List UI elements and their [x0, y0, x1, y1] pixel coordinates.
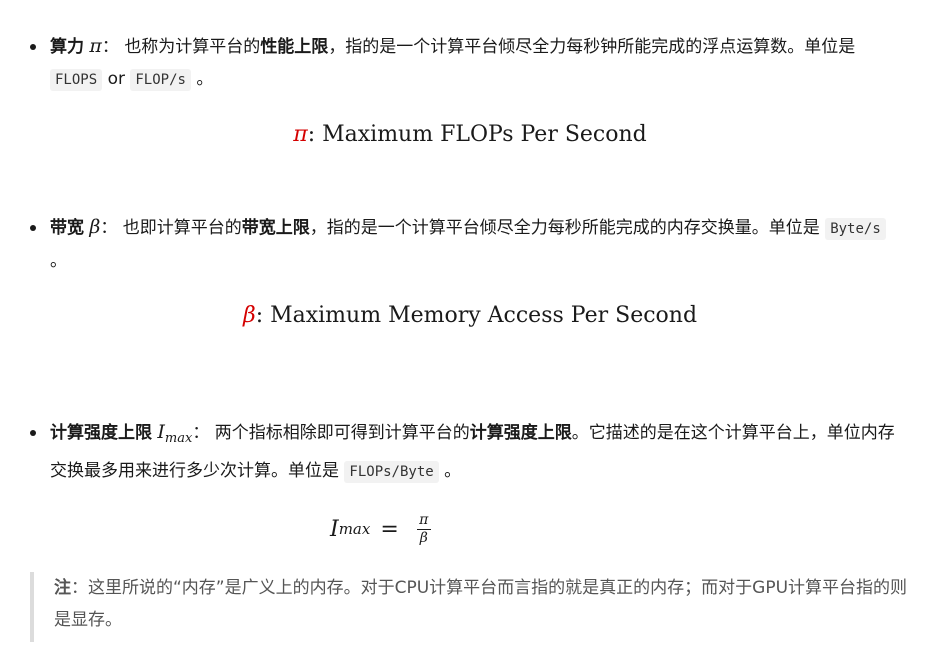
fraction-denominator: β — [419, 529, 428, 546]
text-segment: 。 — [50, 251, 67, 271]
inline-code: FLOPs/Byte — [344, 461, 439, 483]
bullet-dot — [30, 225, 36, 231]
list-item-text: 带宽 β： 也即计算平台的带宽上限，指的是一个计算平台倾尽全力每秒所能完成的内存… — [50, 211, 900, 277]
term-label: 计算强度上限 — [50, 423, 152, 443]
term-label: 算力 — [50, 37, 84, 57]
inline-code: FLOP/s — [130, 69, 191, 91]
math-subscript: max — [338, 520, 371, 538]
text-segment: ，指的是一个计算平台倾尽全力每秒钟所能完成的浮点运算数。单位是 — [328, 37, 856, 57]
colon: ： — [101, 37, 119, 57]
math-subscript: max — [164, 431, 193, 446]
fraction-numerator: π — [419, 511, 429, 528]
list-item-bandwidth: 带宽 β： 也即计算平台的带宽上限，指的是一个计算平台倾尽全力每秒所能完成的内存… — [30, 211, 900, 277]
bullet-dot — [30, 44, 36, 50]
math-symbol: β — [242, 303, 256, 328]
bold-phrase: 计算强度上限 — [469, 423, 572, 443]
math-symbol: π — [293, 122, 308, 147]
document-body: 算力 π： 也称为计算平台的性能上限，指的是一个计算平台倾尽全力每秒钟所能完成的… — [0, 0, 940, 659]
formula-compute-power: π: Maximum FLOPs Per Second — [0, 122, 940, 147]
list-item-text: 算力 π： 也称为计算平台的性能上限，指的是一个计算平台倾尽全力每秒钟所能完成的… — [50, 30, 900, 96]
colon: ： — [192, 423, 210, 443]
math-symbol: π — [89, 35, 102, 57]
equals-sign: = — [380, 516, 399, 542]
math-symbol: I — [157, 421, 165, 443]
text-segment: 两个指标相除即可得到计算平台的 — [214, 423, 470, 443]
colon: ： — [100, 218, 118, 238]
text-segment: or — [107, 69, 125, 89]
bold-phrase: 性能上限 — [260, 37, 329, 57]
text-segment: 。 — [444, 461, 462, 481]
text-segment: 。 — [196, 69, 214, 89]
bold-phrase: 带宽上限 — [241, 218, 310, 238]
fraction: π β — [416, 511, 431, 546]
note-blockquote: 注：这里所说的“内存”是广义上的内存。对于CPU计算平台而言指的就是真正的内存；… — [30, 572, 910, 642]
text-segment: ，指的是一个计算平台倾尽全力每秒所能完成的内存交换量。单位是 — [309, 218, 820, 238]
term-label: 带宽 — [50, 218, 84, 238]
inline-code: FLOPS — [50, 69, 103, 91]
formula-bandwidth: β: Maximum Memory Access Per Second — [0, 303, 940, 328]
bullet-dot — [30, 430, 36, 436]
inline-code: Byte/s — [825, 218, 886, 240]
math-symbol: β — [89, 216, 101, 238]
formula-text: : Maximum Memory Access Per Second — [255, 303, 698, 328]
formula-text: : Maximum FLOPs Per Second — [307, 122, 647, 147]
note-label: 注 — [54, 578, 71, 598]
list-item-intensity-limit: 计算强度上限 Imax： 两个指标相除即可得到计算平台的计算强度上限。它描述的是… — [30, 416, 900, 488]
list-item-compute-power: 算力 π： 也称为计算平台的性能上限，指的是一个计算平台倾尽全力每秒钟所能完成的… — [30, 30, 900, 96]
text-segment: 也称为计算平台的 — [124, 37, 261, 57]
math-symbol: I — [330, 516, 339, 542]
text-segment: 也即计算平台的 — [122, 218, 242, 238]
formula-intensity: Imax = π β — [330, 509, 431, 549]
list-item-text: 计算强度上限 Imax： 两个指标相除即可得到计算平台的计算强度上限。它描述的是… — [50, 416, 900, 488]
note-text: ：这里所说的“内存”是广义上的内存。对于CPU计算平台而言指的就是真正的内存；而… — [54, 578, 908, 630]
